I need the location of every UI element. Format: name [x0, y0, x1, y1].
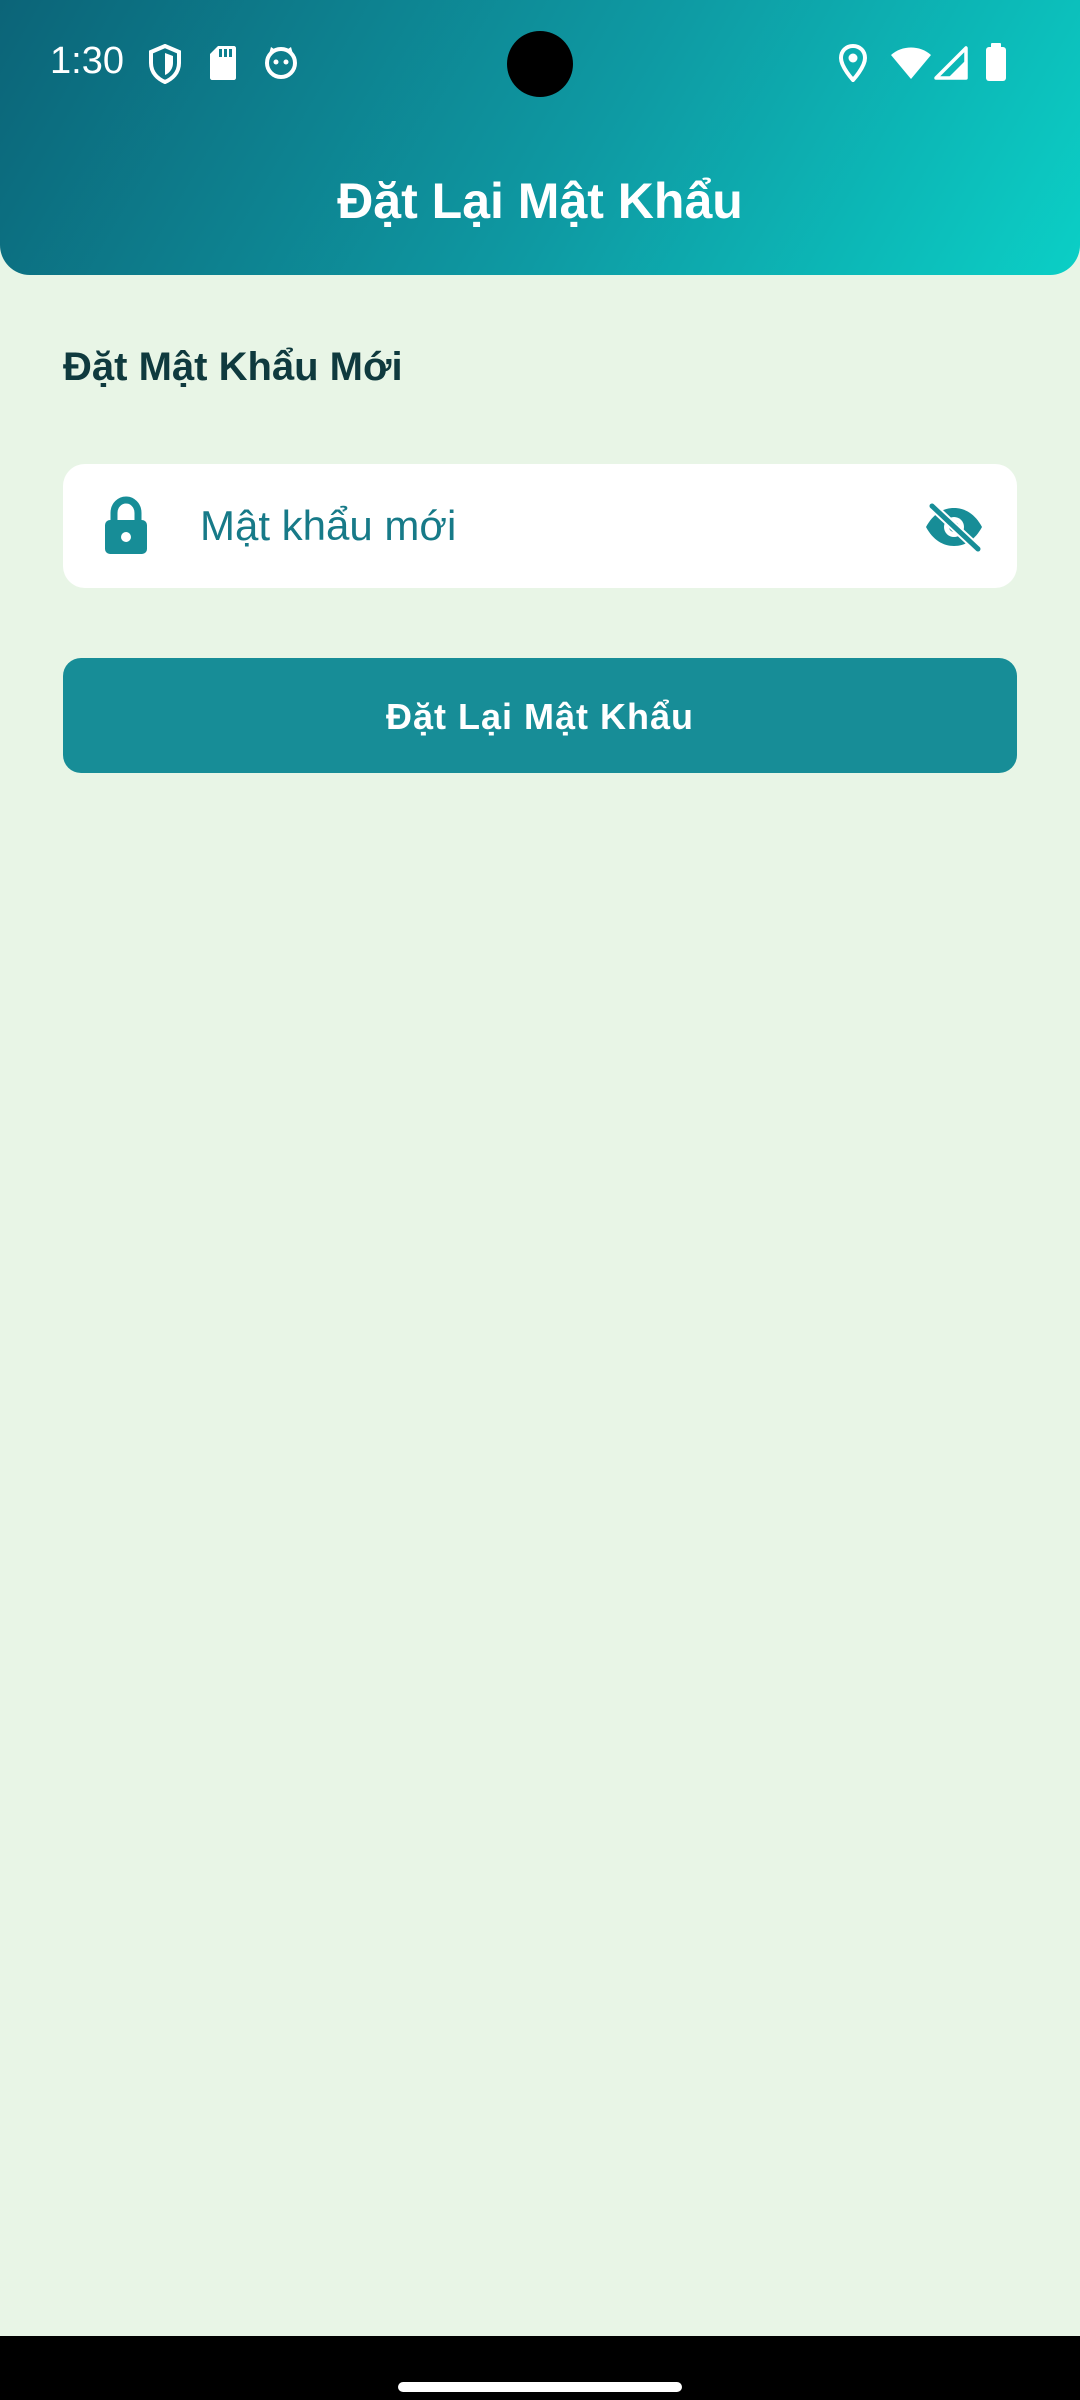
lock-icon: [101, 496, 151, 556]
shield-icon: [148, 43, 182, 89]
battery-icon: [984, 42, 1008, 87]
page-title: Đặt Lại Mật Khẩu: [337, 173, 743, 229]
home-indicator[interactable]: [398, 2382, 682, 2392]
reset-password-screen: 1:30 Đặt Lại Mật Khẩu Đặt Mật Khẩu Mới M…: [0, 0, 1080, 2400]
app-header: 1:30 Đặt Lại Mật Khẩu: [0, 0, 1080, 275]
signal-icon: [934, 46, 968, 85]
password-placeholder: Mật khẩu mới: [200, 502, 457, 549]
cat-face-icon: [263, 44, 299, 85]
new-password-field[interactable]: Mật khẩu mới: [63, 464, 1017, 588]
wifi-icon: [890, 46, 932, 85]
camera-cutout: [507, 31, 573, 97]
sd-card-icon: [208, 44, 238, 87]
section-title: Đặt Mật Khẩu Mới: [63, 345, 403, 389]
location-icon: [838, 43, 868, 87]
status-bar: 1:30: [0, 0, 1080, 130]
visibility-off-icon[interactable]: [923, 501, 985, 554]
reset-password-button[interactable]: Đặt Lại Mật Khẩu: [63, 658, 1017, 773]
status-time: 1:30: [50, 40, 124, 82]
